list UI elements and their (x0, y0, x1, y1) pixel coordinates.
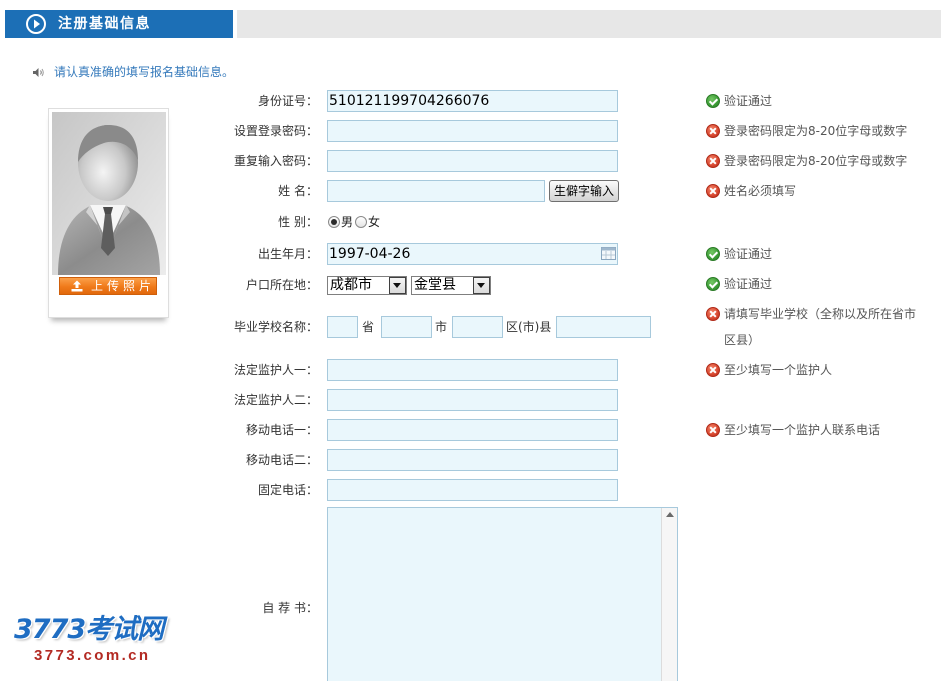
validation-text: 验证通过 (724, 94, 773, 108)
school-label: 毕业学校名称： (233, 320, 318, 334)
password-confirm-input[interactable] (327, 150, 618, 172)
error-circle-icon (706, 184, 720, 198)
play-circle-icon (26, 14, 46, 34)
guardian2-label: 法定监护人二： (233, 393, 318, 407)
calendar-icon[interactable] (601, 247, 616, 260)
guardian1-input[interactable] (327, 359, 618, 381)
school-province-suffix: 省 (362, 320, 375, 334)
error-circle-icon (706, 363, 720, 377)
school-name-input[interactable] (556, 316, 651, 338)
validation-text: 验证通过 (724, 247, 773, 261)
validation-text: 请填写毕业学校（全称以及所在省市区县） (724, 307, 917, 347)
school-county-input[interactable] (452, 316, 503, 338)
mobile-validation: 至少填写一个监护人联系电话 (706, 423, 880, 437)
birthdate-label: 出生年月： (257, 247, 318, 261)
section-header-filler (237, 10, 941, 38)
check-circle-icon (706, 277, 720, 291)
password-input[interactable] (327, 120, 618, 142)
speaker-icon (33, 68, 44, 77)
error-circle-icon (706, 307, 720, 321)
check-circle-icon (706, 247, 720, 261)
hukou-city-select[interactable]: 成都市 (327, 276, 407, 295)
mobile2-label: 移动电话二： (245, 453, 318, 467)
validation-text: 至少填写一个监护人 (724, 363, 833, 377)
landline-label: 固定电话： (257, 483, 318, 497)
error-circle-icon (706, 154, 720, 168)
guardian-validation: 至少填写一个监护人 (706, 363, 832, 377)
password-label: 设置登录密码： (233, 124, 318, 138)
mobile2-input[interactable] (327, 449, 618, 471)
gender-radio-female[interactable] (355, 216, 367, 228)
validation-text: 至少填写一个监护人联系电话 (724, 423, 881, 437)
hukou-city-value: 成都市 (330, 277, 372, 293)
gender-option-female: 女 (368, 215, 381, 229)
validation-text: 登录密码限定为8-20位字母或数字 (724, 124, 908, 138)
mobile1-label: 移动电话一： (245, 423, 318, 437)
name-label: 姓 名： (278, 184, 318, 198)
check-circle-icon (706, 94, 720, 108)
hukou-validation: 验证通过 (706, 277, 772, 291)
school-validation: 请填写毕业学校（全称以及所在省市区县） (706, 301, 918, 353)
error-circle-icon (706, 423, 720, 437)
error-circle-icon (706, 124, 720, 138)
school-province-input[interactable] (327, 316, 358, 338)
name-validation: 姓名必须填写 (706, 184, 796, 198)
upload-icon (71, 280, 83, 292)
validation-text: 登录密码限定为8-20位字母或数字 (724, 154, 908, 168)
watermark-site: 3773.com.cn (34, 647, 151, 664)
rare-character-button[interactable]: 生僻字输入 (549, 180, 619, 202)
scroll-up-arrow-icon[interactable] (666, 512, 674, 517)
school-city-input[interactable] (381, 316, 432, 338)
hukou-county-value: 金堂县 (414, 277, 456, 293)
name-input[interactable] (327, 180, 545, 202)
statement-textarea[interactable] (327, 507, 678, 681)
id-number-validation: 验证通过 (706, 94, 772, 108)
mobile1-input[interactable] (327, 419, 618, 441)
gender-label: 性 别： (278, 215, 318, 229)
gender-radio-male[interactable] (328, 216, 340, 228)
password-validation: 登录密码限定为8-20位字母或数字 (706, 124, 907, 138)
statement-scrollbar[interactable] (661, 508, 677, 681)
id-number-input[interactable] (327, 90, 618, 112)
hukou-county-select[interactable]: 金堂县 (411, 276, 491, 295)
id-number-label: 身份证号： (257, 94, 318, 108)
password-confirm-label: 重复输入密码： (233, 154, 318, 168)
school-city-suffix: 市 (435, 320, 448, 334)
birthdate-validation: 验证通过 (706, 247, 772, 261)
chevron-down-icon[interactable] (473, 277, 490, 294)
landline-input[interactable] (327, 479, 618, 501)
chevron-down-icon[interactable] (389, 277, 406, 294)
watermark-logo: 3773考试网 (14, 614, 164, 645)
validation-text: 姓名必须填写 (724, 184, 797, 198)
hukou-label: 户口所在地： (245, 278, 318, 292)
school-county-suffix: 区(市)县 (506, 320, 552, 334)
validation-text: 验证通过 (724, 277, 773, 291)
gender-option-male: 男 (341, 215, 354, 229)
section-title: 注册基础信息 (58, 16, 151, 32)
password-confirm-validation: 登录密码限定为8-20位字母或数字 (706, 154, 907, 168)
guardian2-input[interactable] (327, 389, 618, 411)
notice-text: 请认真准确的填写报名基础信息。 (54, 65, 235, 79)
birthdate-input[interactable] (327, 243, 618, 265)
guardian1-label: 法定监护人一： (233, 363, 318, 377)
